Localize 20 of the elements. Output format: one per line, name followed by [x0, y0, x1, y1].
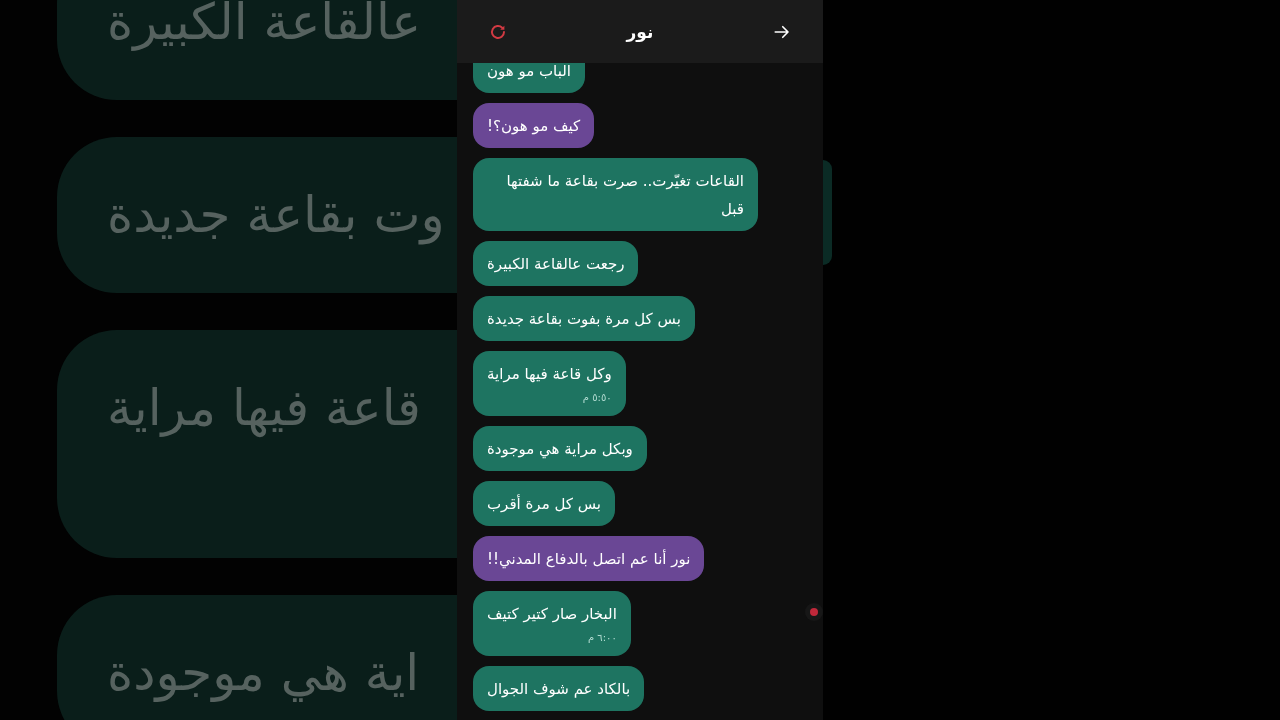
- message-text: بس كل مرة بفوت بقاعة جديدة: [487, 308, 681, 330]
- refresh-icon[interactable]: [489, 22, 507, 41]
- message-text: القاعات تغيّرت.. صرت بقاعة ما شفتها قبل: [505, 170, 744, 220]
- background-bubble-text: عالقاعة الكبيرة: [107, 0, 422, 52]
- message-text: نور أنا عم اتصل بالدفاع المدني!!: [487, 548, 691, 571]
- message-time: ٦:٠٠ م: [586, 630, 617, 645]
- message-time: ٥:٥٠ م: [581, 390, 612, 405]
- record-dot-icon[interactable]: [805, 603, 823, 621]
- message-text: كيف مو هون؟!: [487, 115, 581, 137]
- background-bubble-text: وت بقاعة جديدة: [107, 185, 445, 245]
- message-text: بس كل مرة أقرب: [487, 493, 601, 515]
- message-text: وبكل مراية هي موجودة: [487, 438, 633, 461]
- background-bubble-text: اية هي موجودة: [107, 643, 420, 703]
- message-text: وكل قاعة فيها مراية: [487, 363, 612, 385]
- message-text: رجعت عالقاعة الكبيرة: [487, 253, 625, 275]
- background-bubble-text: قاعة فيها مراية: [107, 378, 421, 438]
- message-text: الباب مو هون: [487, 63, 571, 82]
- message-text: بالكاد عم شوف الجوال: [487, 678, 631, 700]
- chat-title: نور: [626, 20, 654, 44]
- message-text: البخار صار كتير كتيف: [487, 603, 617, 625]
